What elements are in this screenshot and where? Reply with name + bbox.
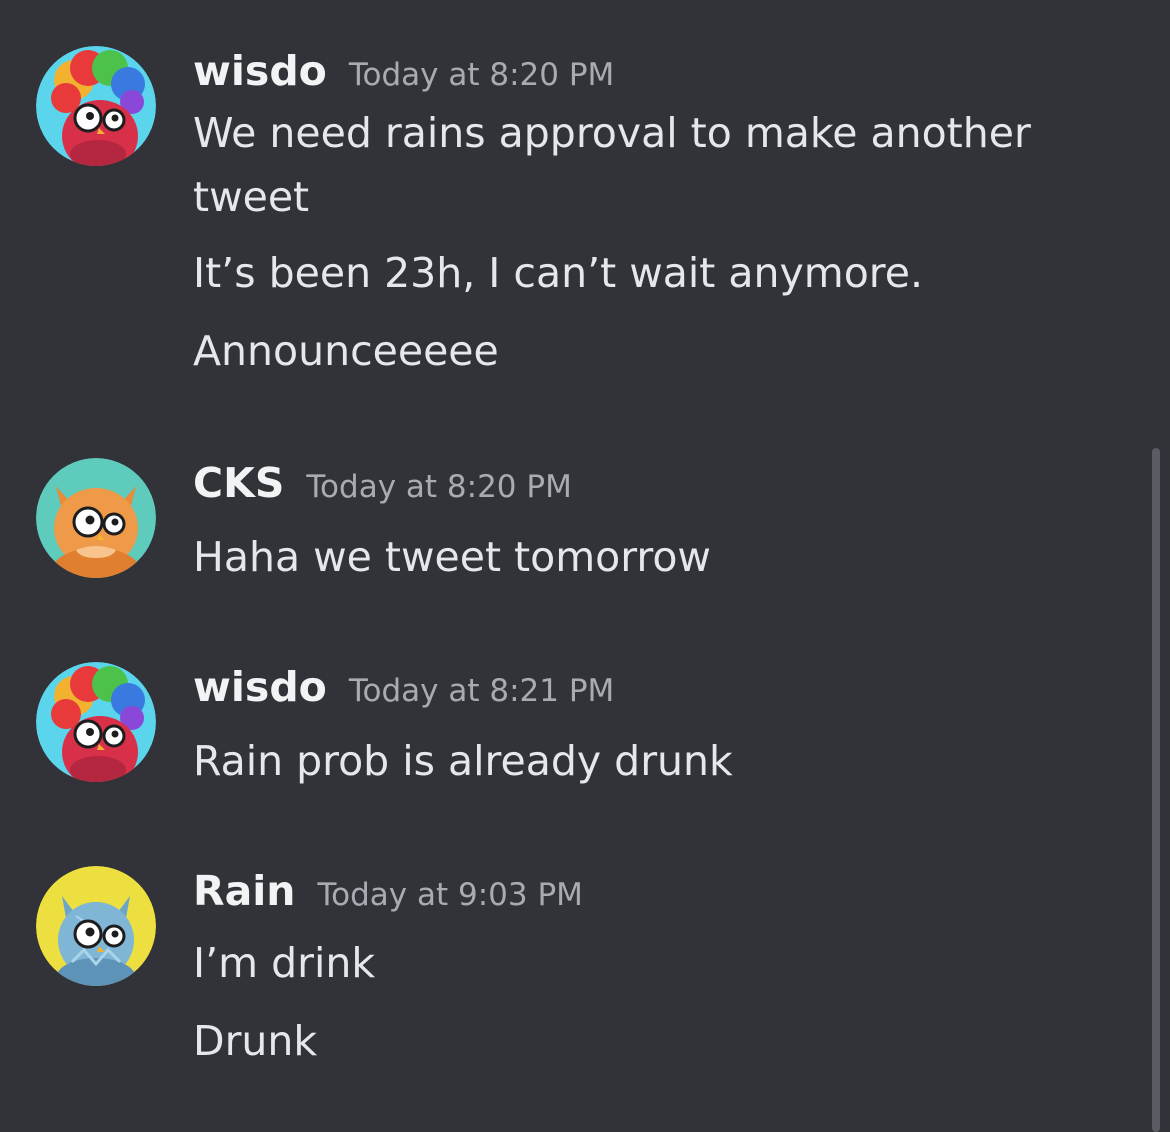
rainbow-afro-red-owl-avatar-icon	[36, 662, 156, 782]
message-text: We need rains approval to make another	[193, 109, 1031, 157]
message-text: Drunk	[193, 1017, 318, 1065]
timestamp[interactable]: Today at 8:21 PM	[349, 666, 614, 716]
message-text: Haha we tweet tomorrow	[193, 533, 711, 581]
scrollbar[interactable]	[1152, 448, 1160, 1132]
chat-message-list: wisdo Today at 8:20 PM We need rains appr…	[0, 0, 1170, 1132]
message-header: CKS Today at 8:20 PM	[193, 458, 572, 508]
username[interactable]: wisdo	[193, 46, 327, 96]
avatar[interactable]	[36, 458, 156, 578]
rainbow-afro-red-owl-avatar-icon	[36, 46, 156, 166]
message-header: wisdo Today at 8:20 PM	[193, 46, 614, 96]
message-text: I’m drink	[193, 939, 376, 987]
timestamp[interactable]: Today at 9:03 PM	[317, 870, 582, 920]
message-text: Rain prob is already drunk	[193, 737, 733, 785]
username[interactable]: Rain	[193, 866, 295, 916]
blue-crystal-owl-avatar-icon	[36, 866, 156, 986]
timestamp[interactable]: Today at 8:20 PM	[306, 462, 571, 512]
message-header: Rain Today at 9:03 PM	[193, 866, 583, 916]
username[interactable]: wisdo	[193, 662, 327, 712]
timestamp[interactable]: Today at 8:20 PM	[349, 50, 614, 100]
avatar[interactable]	[36, 46, 156, 166]
username[interactable]: CKS	[193, 458, 284, 508]
orange-owl-avatar-icon	[36, 458, 156, 578]
avatar[interactable]	[36, 662, 156, 782]
avatar[interactable]	[36, 866, 156, 986]
message-text: Announceeeee	[193, 327, 499, 375]
message-text: tweet	[193, 173, 310, 221]
message-text: It’s been 23h, I can’t wait anymore.	[193, 249, 923, 297]
message-header: wisdo Today at 8:21 PM	[193, 662, 614, 712]
